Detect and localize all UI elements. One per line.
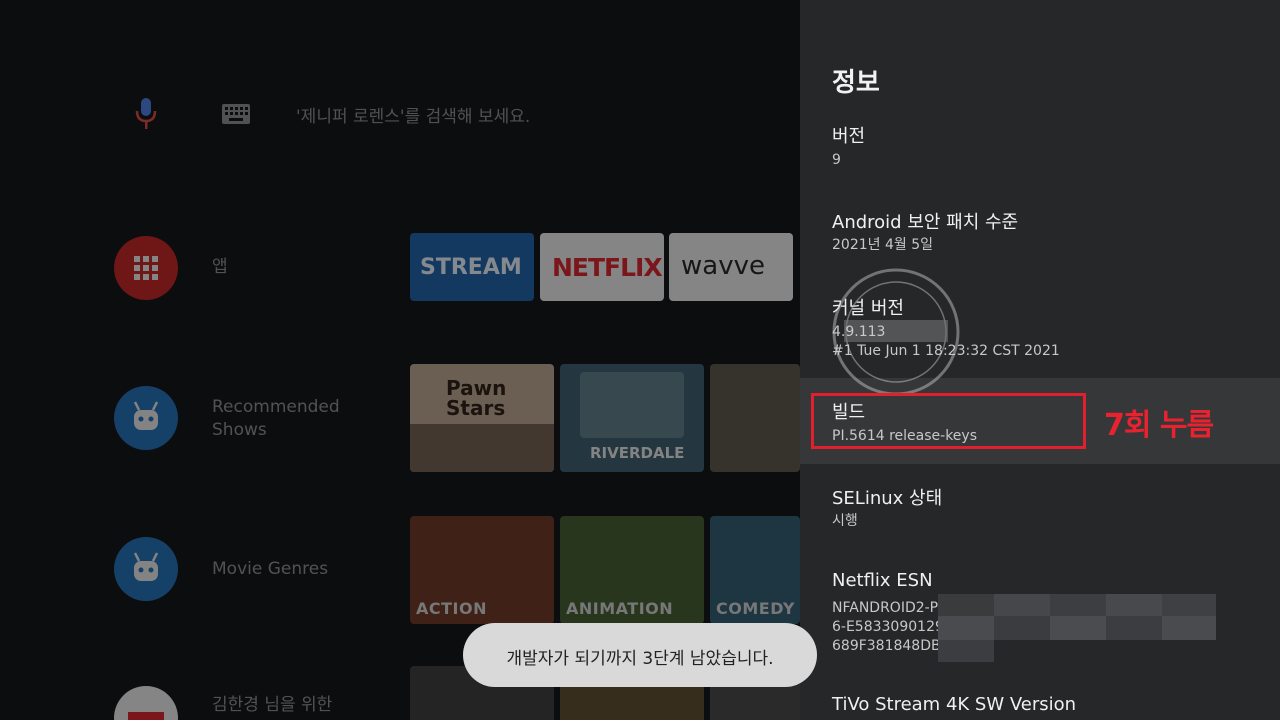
netflix-esn-title: Netflix ESN xyxy=(832,570,933,591)
movie-genres-row-label: Movie Genres xyxy=(212,559,329,579)
movie-genres-row-icon[interactable] xyxy=(114,537,178,601)
poster-riverdale[interactable]: RIVERDALE xyxy=(560,364,704,472)
poster-pawn-stars[interactable]: Pawn Stars xyxy=(410,364,554,472)
tivo-icon xyxy=(133,552,159,581)
netflix-esn-line-1: NFANDROID2-PR xyxy=(832,600,948,616)
netflix-esn-line-3: 689F381848DB6 xyxy=(832,638,950,654)
apps-row-icon[interactable] xyxy=(114,236,178,300)
apps-grid-icon xyxy=(134,256,158,280)
keyboard-icon[interactable] xyxy=(222,104,250,124)
poster-third[interactable] xyxy=(710,364,800,472)
recommended-row-icon[interactable] xyxy=(114,386,178,450)
app-tile-stream-label: STREAM xyxy=(420,255,522,280)
apps-row-label: 앱 xyxy=(212,257,228,277)
search-hint-text: '제니퍼 로렌스'를 검색해 보세요. xyxy=(296,107,531,127)
genre-comedy-label: COMEDY xyxy=(716,599,795,618)
app-tile-netflix[interactable]: NETFLIX xyxy=(540,233,664,301)
panel-title: 정보 xyxy=(832,68,880,98)
selinux-value: 시행 xyxy=(832,513,858,529)
security-patch-value: 2021년 4월 5일 xyxy=(832,237,933,253)
security-patch-title: Android 보안 패치 수준 xyxy=(832,212,1019,233)
genre-tile-action[interactable]: ACTION xyxy=(410,516,554,624)
screen: '제니퍼 로렌스'를 검색해 보세요. 앱 STREAM NETFLIX wav… xyxy=(0,0,1280,720)
netflix-row-label: 김한경 님을 위한 xyxy=(212,695,333,715)
genre-tile-animation[interactable]: ANIMATION xyxy=(560,516,704,624)
app-tile-wavve-label: wavve xyxy=(681,251,765,281)
settings-item-version[interactable]: 버전 9 xyxy=(800,118,1280,180)
genre-action-label: ACTION xyxy=(416,599,487,618)
developer-toast: 개발자가 되기까지 3단계 남았습니다. xyxy=(463,623,817,687)
genre-animation-label: ANIMATION xyxy=(566,599,674,618)
home-screen-background: '제니퍼 로렌스'를 검색해 보세요. 앱 STREAM NETFLIX wav… xyxy=(0,0,800,720)
netflix-icon xyxy=(128,712,164,720)
tivo-icon xyxy=(133,401,159,430)
app-tile-wavve[interactable]: wavve xyxy=(669,233,793,301)
developer-toast-text: 개발자가 되기까지 3단계 남았습니다. xyxy=(506,649,774,669)
app-tile-netflix-label: NETFLIX xyxy=(552,253,663,282)
recommended-row-label: Recommended Shows xyxy=(212,397,340,440)
watermark-stamp-icon xyxy=(832,268,960,396)
selinux-title: SELinux 상태 xyxy=(832,488,943,509)
press-seven-times-annotation: 7회 누름 xyxy=(1104,408,1214,443)
search-bar[interactable]: '제니퍼 로렌스'를 검색해 보세요. xyxy=(130,96,770,136)
netflix-esn-line-2: 6-E5833090129D xyxy=(832,619,955,635)
settings-item-tivo-sw-version[interactable]: TiVo Stream 4K SW Version xyxy=(800,686,1280,720)
app-tile-stream[interactable]: STREAM xyxy=(410,233,534,301)
version-value: 9 xyxy=(832,152,841,168)
poster-riverdale-title: RIVERDALE xyxy=(590,444,685,462)
microphone-icon[interactable] xyxy=(130,96,162,132)
tivo-sw-version-title: TiVo Stream 4K SW Version xyxy=(832,694,1077,715)
poster-pawn-stars-title: Pawn Stars xyxy=(446,376,507,420)
settings-item-selinux[interactable]: SELinux 상태 시행 xyxy=(800,476,1280,538)
netflix-row-icon[interactable] xyxy=(114,686,178,720)
version-title: 버전 xyxy=(832,126,866,147)
genre-tile-comedy[interactable]: COMEDY xyxy=(710,516,800,624)
build-highlight-box xyxy=(811,393,1086,449)
settings-item-security-patch[interactable]: Android 보안 패치 수준 2021년 4월 5일 xyxy=(800,200,1280,262)
redacted-esn-block xyxy=(938,594,1216,662)
